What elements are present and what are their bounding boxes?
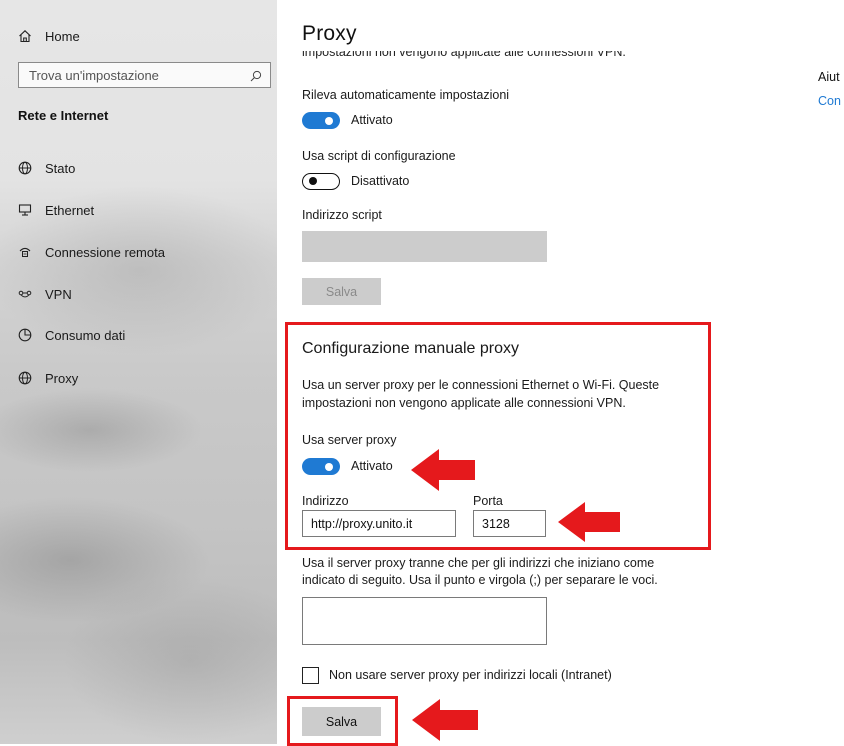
scrolled-text: impostazioni non vengono applicate alle … <box>302 51 626 59</box>
sidebar-item-label: Consumo dati <box>45 327 126 343</box>
globe-icon <box>18 161 32 175</box>
sidebar-item-stato[interactable]: Stato <box>18 158 75 178</box>
local-addresses-label: Non usare server proxy per indirizzi loc… <box>329 668 612 682</box>
page-title: Proxy <box>302 22 357 45</box>
sidebar-item-label: VPN <box>45 286 72 302</box>
phone-icon <box>18 245 32 259</box>
script-address-label: Indirizzo script <box>302 208 382 222</box>
use-script-state: Disattivato <box>351 174 410 188</box>
manual-proxy-description-2: impostazioni non vengono applicate alle … <box>302 396 626 410</box>
sidebar-item-ethernet[interactable]: Ethernet <box>18 200 94 220</box>
use-script-label: Usa script di configurazione <box>302 149 456 163</box>
use-proxy-state: Attivato <box>351 459 393 473</box>
proxy-address-input[interactable]: http://proxy.unito.it <box>302 510 456 537</box>
sidebar-item-connessione-remota[interactable]: Connessione remota <box>18 242 165 262</box>
address-label: Indirizzo <box>302 494 349 508</box>
proxy-port-input[interactable]: 3128 <box>473 510 546 537</box>
sidebar-item-label: Connessione remota <box>45 244 165 260</box>
sidebar-item-label: Proxy <box>45 370 79 386</box>
search-input[interactable] <box>27 66 250 84</box>
globe-icon <box>18 371 32 385</box>
exceptions-description-2: indicato di seguito. Usa il punto e virg… <box>302 573 658 587</box>
help-heading: Aiut <box>818 70 840 84</box>
vpn-icon <box>18 287 32 301</box>
sidebar-item-proxy[interactable]: Proxy <box>18 368 78 388</box>
sidebar-item-consumo-dati[interactable]: Consumo dati <box>18 325 125 345</box>
sidebar-item-label: Home <box>45 28 80 44</box>
sidebar-item-label: Stato <box>45 160 76 176</box>
home-icon <box>18 29 32 43</box>
settings-sidebar: Home Rete e Internet Stato Ethernet Conn… <box>0 0 277 744</box>
use-proxy-label: Usa server proxy <box>302 433 397 447</box>
save-button[interactable]: Salva <box>302 707 381 736</box>
sidebar-item-vpn[interactable]: VPN <box>18 284 72 304</box>
sidebar-item-home[interactable]: Home <box>18 26 80 46</box>
auto-detect-state: Attivato <box>351 113 393 127</box>
port-label: Porta <box>473 494 503 508</box>
save-script-button: Salva <box>302 278 381 305</box>
annotation-arrow <box>412 699 478 741</box>
exceptions-description-1: Usa il server proxy tranne che per gli i… <box>302 556 655 570</box>
annotation-arrow <box>411 449 475 491</box>
proxy-settings-page: Proxy impostazioni non vengono applicate… <box>277 0 844 746</box>
local-addresses-checkbox[interactable] <box>302 667 319 684</box>
auto-detect-label: Rileva automaticamente impostazioni <box>302 88 510 102</box>
auto-detect-toggle[interactable] <box>302 112 340 129</box>
manual-proxy-description-1: Usa un server proxy per le connessioni E… <box>302 378 660 392</box>
search-box[interactable] <box>18 62 271 88</box>
section-title: Rete e Internet <box>18 108 109 123</box>
script-address-input <box>302 231 547 262</box>
use-script-toggle[interactable] <box>302 173 340 190</box>
ethernet-icon <box>18 203 32 217</box>
search-icon[interactable] <box>250 69 262 82</box>
help-link[interactable]: Con <box>818 94 841 108</box>
sidebar-item-label: Ethernet <box>45 202 95 218</box>
exceptions-input[interactable] <box>302 597 547 645</box>
data-usage-icon <box>18 328 32 342</box>
use-proxy-toggle[interactable] <box>302 458 340 475</box>
annotation-arrow <box>558 502 620 542</box>
manual-proxy-title: Configurazione manuale proxy <box>302 340 520 357</box>
